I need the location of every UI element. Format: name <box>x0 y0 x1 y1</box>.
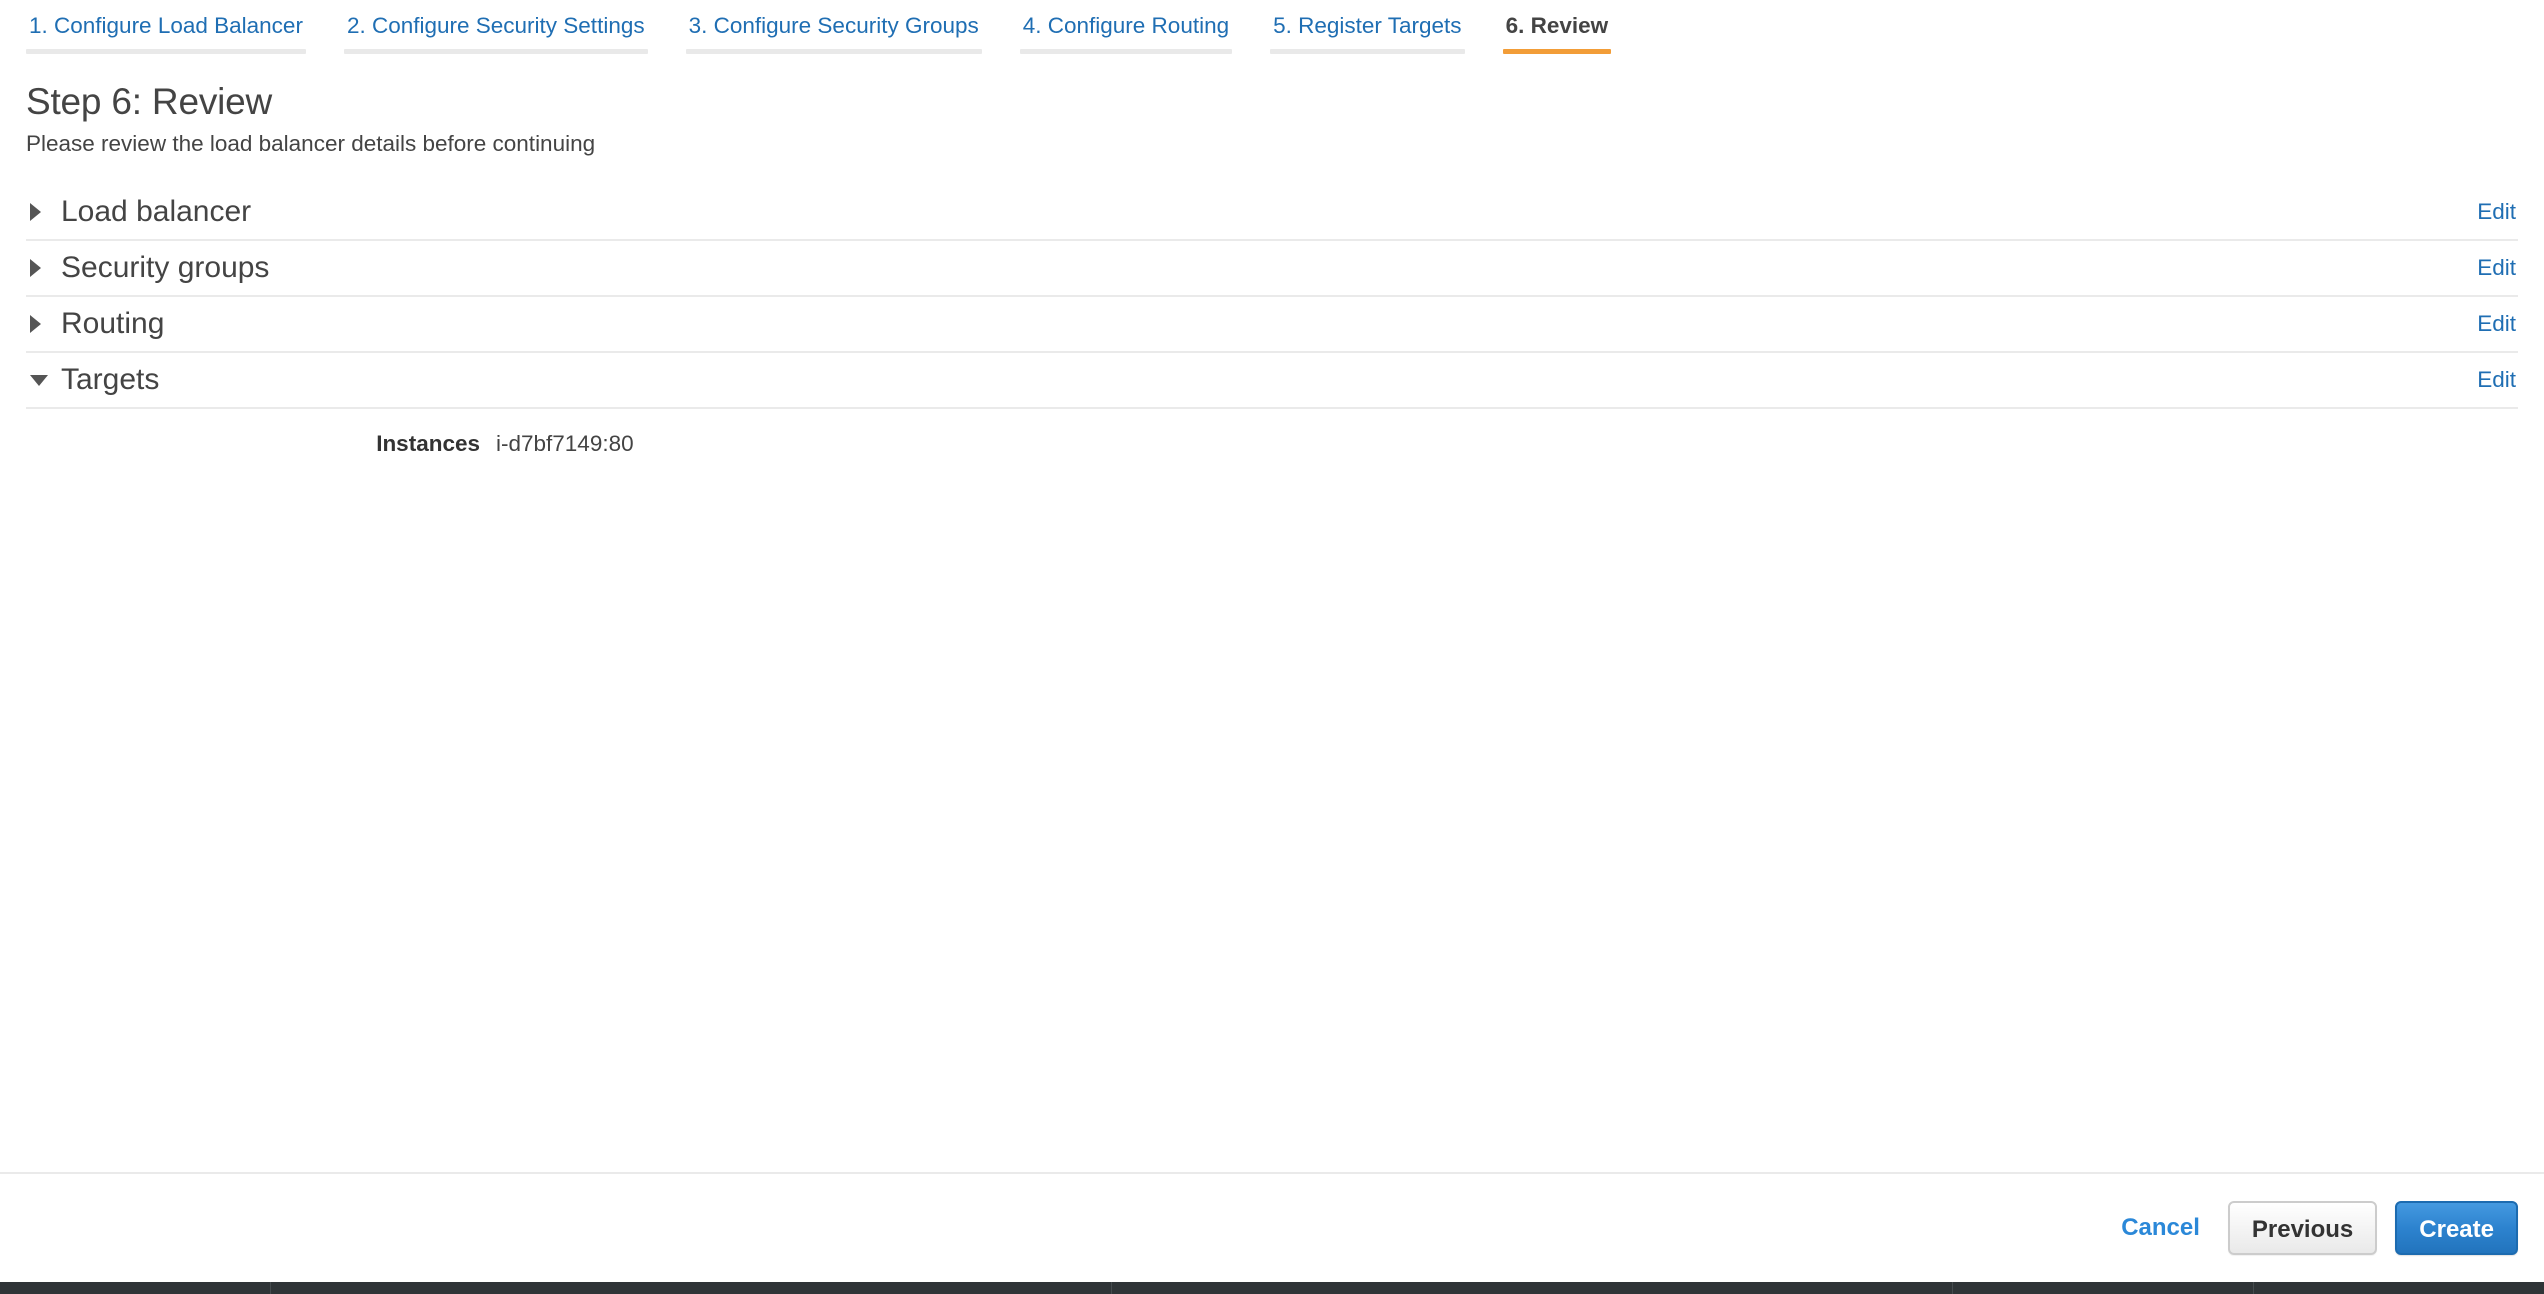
section-body: Instances i-d7bf7149:80 <box>26 409 2518 459</box>
section-title: Targets <box>61 363 160 396</box>
chrome-segment <box>271 1282 1112 1294</box>
chrome-segment <box>1953 1282 2254 1294</box>
browser-chrome-strip <box>0 1282 2544 1294</box>
wizard-tab-underline <box>26 49 306 54</box>
wizard-tab-bar: 1. Configure Load Balancer 2. Configure S… <box>0 0 2544 62</box>
wizard-tab-label: 3. Configure Security Groups <box>688 13 979 38</box>
wizard-tab-underline <box>1502 49 1612 54</box>
triangle-right-icon[interactable] <box>26 315 52 333</box>
triangle-right-icon[interactable] <box>26 203 52 221</box>
wizard-tab-label: 1. Configure Load Balancer <box>29 13 303 38</box>
review-section-targets: Targets Edit Instances i-d7bf7149:80 <box>26 353 2518 459</box>
edit-link[interactable]: Edit <box>2477 255 2518 281</box>
chrome-segment <box>0 1282 271 1294</box>
section-header[interactable]: Security groups Edit <box>26 241 2518 297</box>
detail-row: Instances i-d7bf7149:80 <box>26 429 2518 459</box>
wizard-tab-2[interactable]: 2. Configure Security Settings <box>343 0 648 54</box>
section-title: Routing <box>61 307 165 340</box>
section-header[interactable]: Targets Edit <box>26 353 2518 409</box>
review-section-list: Load balancer Edit Security groups Edit Rout… <box>0 185 2544 459</box>
page-header: Step 6: Review Please review the load ba… <box>0 62 2544 158</box>
footer-actions: Cancel Previous Create <box>2117 1201 2518 1255</box>
detail-label: Instances <box>376 431 480 456</box>
cancel-button[interactable]: Cancel <box>2117 1208 2204 1248</box>
previous-button[interactable]: Previous <box>2227 1201 2378 1255</box>
review-section-routing: Routing Edit <box>26 297 2518 353</box>
review-section-load-balancer: Load balancer Edit <box>26 185 2518 241</box>
section-title: Load balancer <box>61 195 252 228</box>
wizard-tab-5[interactable]: 5. Register Targets <box>1270 0 1465 54</box>
triangle-right-icon[interactable] <box>26 259 52 277</box>
wizard-tab-underline <box>685 49 982 54</box>
wizard-tab-underline <box>343 49 648 54</box>
detail-value: i-d7bf7149:80 <box>496 431 634 456</box>
edit-link[interactable]: Edit <box>2477 311 2518 337</box>
wizard-tab-label: 4. Configure Routing <box>1022 13 1230 38</box>
edit-link[interactable]: Edit <box>2477 199 2518 225</box>
section-header[interactable]: Routing Edit <box>26 297 2518 353</box>
section-title: Security groups <box>61 251 270 284</box>
page-subtitle: Please review the load balancer details … <box>26 131 596 156</box>
edit-link[interactable]: Edit <box>2477 367 2518 393</box>
review-section-security-groups: Security groups Edit <box>26 241 2518 297</box>
wizard-tab-1[interactable]: 1. Configure Load Balancer <box>26 0 306 54</box>
wizard-tab-underline <box>1270 49 1465 54</box>
chrome-segment <box>1112 1282 1953 1294</box>
wizard-tab-underline <box>1019 49 1233 54</box>
wizard-tab-3[interactable]: 3. Configure Security Groups <box>685 0 982 54</box>
triangle-down-icon[interactable] <box>26 374 52 386</box>
wizard-tab-label: 5. Register Targets <box>1273 13 1462 38</box>
wizard-tab-6[interactable]: 6. Review <box>1502 0 1612 54</box>
wizard-tab-label: 2. Configure Security Settings <box>346 13 645 38</box>
section-header[interactable]: Load balancer Edit <box>26 185 2518 241</box>
wizard-footer: Cancel Previous Create <box>0 1172 2544 1282</box>
wizard-tab-label: 6. Review <box>1505 13 1609 38</box>
wizard-tab-4[interactable]: 4. Configure Routing <box>1019 0 1233 54</box>
page-title: Step 6: Review <box>26 81 273 122</box>
create-button[interactable]: Create <box>2395 1201 2518 1255</box>
